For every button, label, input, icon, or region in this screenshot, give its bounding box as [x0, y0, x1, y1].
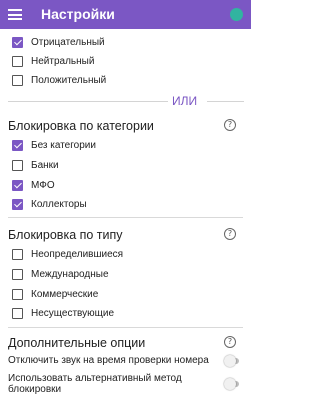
- checkbox-label: Отрицательный: [31, 36, 105, 48]
- help-icon[interactable]: ?: [224, 228, 236, 240]
- divider-line: [8, 101, 168, 102]
- checkbox-row-commercial[interactable]: Коммерческие: [12, 286, 98, 302]
- checkbox-label: Неопределившиеся: [31, 248, 124, 260]
- checkbox-row-no-category[interactable]: Без категории: [12, 137, 96, 153]
- checkbox[interactable]: [12, 139, 23, 151]
- app-bar: Настройки: [0, 0, 251, 29]
- checkbox[interactable]: [12, 307, 23, 319]
- checkbox[interactable]: [12, 36, 23, 48]
- section-divider: [8, 217, 243, 218]
- toggle-knob: [224, 378, 236, 390]
- checkbox-row-positive[interactable]: Положительный: [12, 72, 106, 88]
- checkbox[interactable]: [12, 198, 23, 210]
- section-divider: [8, 327, 243, 328]
- status-dot-icon[interactable]: [230, 8, 243, 21]
- checkbox-row-nonexistent[interactable]: Несуществующие: [12, 305, 114, 321]
- checkbox-label: Международные: [31, 268, 109, 280]
- hamburger-icon[interactable]: [8, 9, 22, 20]
- checkbox[interactable]: [12, 74, 23, 86]
- checkbox-row-banks[interactable]: Банки: [12, 157, 59, 173]
- or-label: ИЛИ: [172, 94, 198, 108]
- toggle-knob: [224, 355, 236, 367]
- checkbox-row-international[interactable]: Международные: [12, 266, 109, 282]
- checkbox-label: МФО: [31, 179, 55, 191]
- section-title-type: Блокировка по типу: [8, 228, 123, 242]
- checkbox-label: Без категории: [31, 139, 96, 151]
- checkbox[interactable]: [12, 159, 23, 171]
- checkbox-row-negative[interactable]: Отрицательный: [12, 34, 105, 50]
- checkbox[interactable]: [12, 268, 23, 280]
- checkbox-label: Несуществующие: [31, 307, 115, 319]
- checkbox-label: Банки: [31, 159, 59, 171]
- checkbox[interactable]: [12, 55, 23, 67]
- toggle-mute[interactable]: [224, 355, 239, 367]
- help-icon[interactable]: ?: [224, 336, 236, 348]
- option-label-alt-block: Использовать альтернативный метод блокир…: [8, 373, 182, 395]
- checkbox-label: Коммерческие: [31, 288, 99, 300]
- checkbox[interactable]: [12, 288, 23, 300]
- toggle-alt-block[interactable]: [224, 378, 239, 390]
- checkbox-label: Нейтральный: [31, 55, 95, 67]
- help-icon[interactable]: ?: [224, 119, 236, 131]
- checkbox[interactable]: [12, 248, 23, 260]
- section-title-extra: Дополнительные опции: [8, 336, 146, 350]
- checkbox[interactable]: [12, 179, 23, 191]
- checkbox-label: Коллекторы: [31, 198, 87, 210]
- checkbox-row-neutral[interactable]: Нейтральный: [12, 53, 94, 69]
- checkbox-row-mfo[interactable]: МФО: [12, 177, 55, 193]
- option-label-mute: Отключить звук на время проверки номера: [8, 355, 209, 366]
- section-title-category: Блокировка по категории: [8, 119, 154, 133]
- divider-line: [207, 101, 244, 102]
- checkbox-row-collectors[interactable]: Коллекторы: [12, 196, 87, 212]
- checkbox-row-undefined[interactable]: Неопределившиеся: [12, 246, 123, 262]
- page-title: Настройки: [41, 6, 115, 22]
- checkbox-label: Положительный: [31, 74, 107, 86]
